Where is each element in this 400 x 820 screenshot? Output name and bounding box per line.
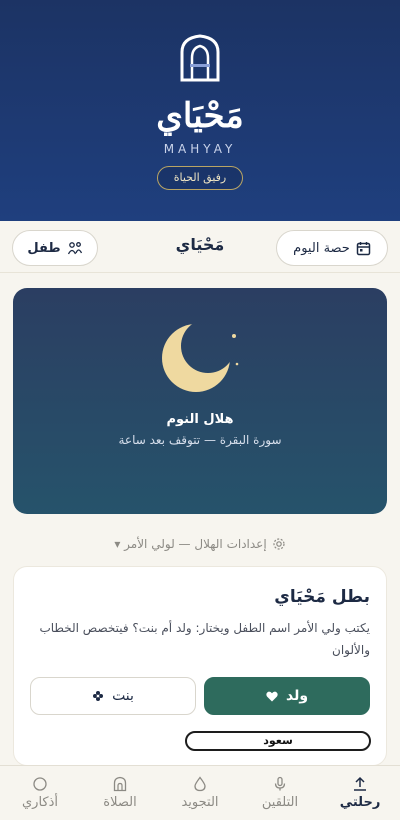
gear-icon [273,538,285,550]
tab-label: رحلتي [339,795,381,810]
settings-toggle-label: إعدادات الهلال — لولي الأمر ▾ [114,537,267,551]
heart-icon [266,691,278,701]
hero-setup-card: بطل مَحْيَاي يكتب ولي الأمر اسم الطفل وي… [13,566,387,766]
tab-my-journey[interactable]: رحلتي [320,766,400,820]
top-bar: حصة اليوم مَحْيَاي طفل [0,221,400,273]
girl-button[interactable]: بنت [30,677,196,715]
family-icon [67,241,82,254]
tab-prayer[interactable]: الصلاة [80,766,160,820]
tab-adhkar[interactable]: أذكاري [0,766,80,820]
mosque-door-icon [180,34,220,82]
hero-card-description: يكتب ولي الأمر اسم الطفل ويختار: ولد أم … [39,621,370,657]
drop-icon [194,776,206,792]
tab-talqeen[interactable]: التلقين [240,766,320,820]
moon-card-subtitle: سورة البقرة — تتوقف بعد ساعة [118,433,282,447]
moon-card-title: هلال النوم [166,412,234,427]
child-name-input[interactable]: سعود [185,731,371,751]
crescent-settings-toggle[interactable]: إعدادات الهلال — لولي الأمر ▾ [0,537,400,551]
tab-label: أذكاري [22,795,59,810]
boy-button[interactable]: ولد [204,677,370,715]
child-mode-label: طفل [27,240,61,256]
app-latin-name: MAHYAY [163,142,237,156]
microphone-icon [274,776,286,791]
tab-label: الصلاة [103,795,137,810]
child-mode-button[interactable]: طفل [12,230,98,266]
tab-label: التلقين [261,795,299,810]
tab-label: التجويد [181,795,219,810]
hero-card-title: بطل مَحْيَاي [274,587,370,607]
sleep-crescent-card[interactable]: هلال النوم سورة البقرة — تتوقف بعد ساعة [13,288,387,514]
flower-icon [93,691,104,701]
circle-icon [33,777,47,791]
tagline-badge: رفيق الحياة [157,166,243,190]
app-header: مَحْيَاي MAHYAY رفيق الحياة [0,0,400,221]
mosque-icon [113,776,127,792]
crescent-moon-icon [162,324,239,392]
app-title: مَحْيَاي [156,96,244,136]
boy-label: ولد [285,688,309,704]
bottom-tab-bar: رحلتي التلقين التجويد الصلاة أذكاري [0,765,400,820]
tab-tajweed[interactable]: التجويد [160,766,240,820]
upload-icon [354,776,366,791]
girl-label: بنت [112,688,134,704]
